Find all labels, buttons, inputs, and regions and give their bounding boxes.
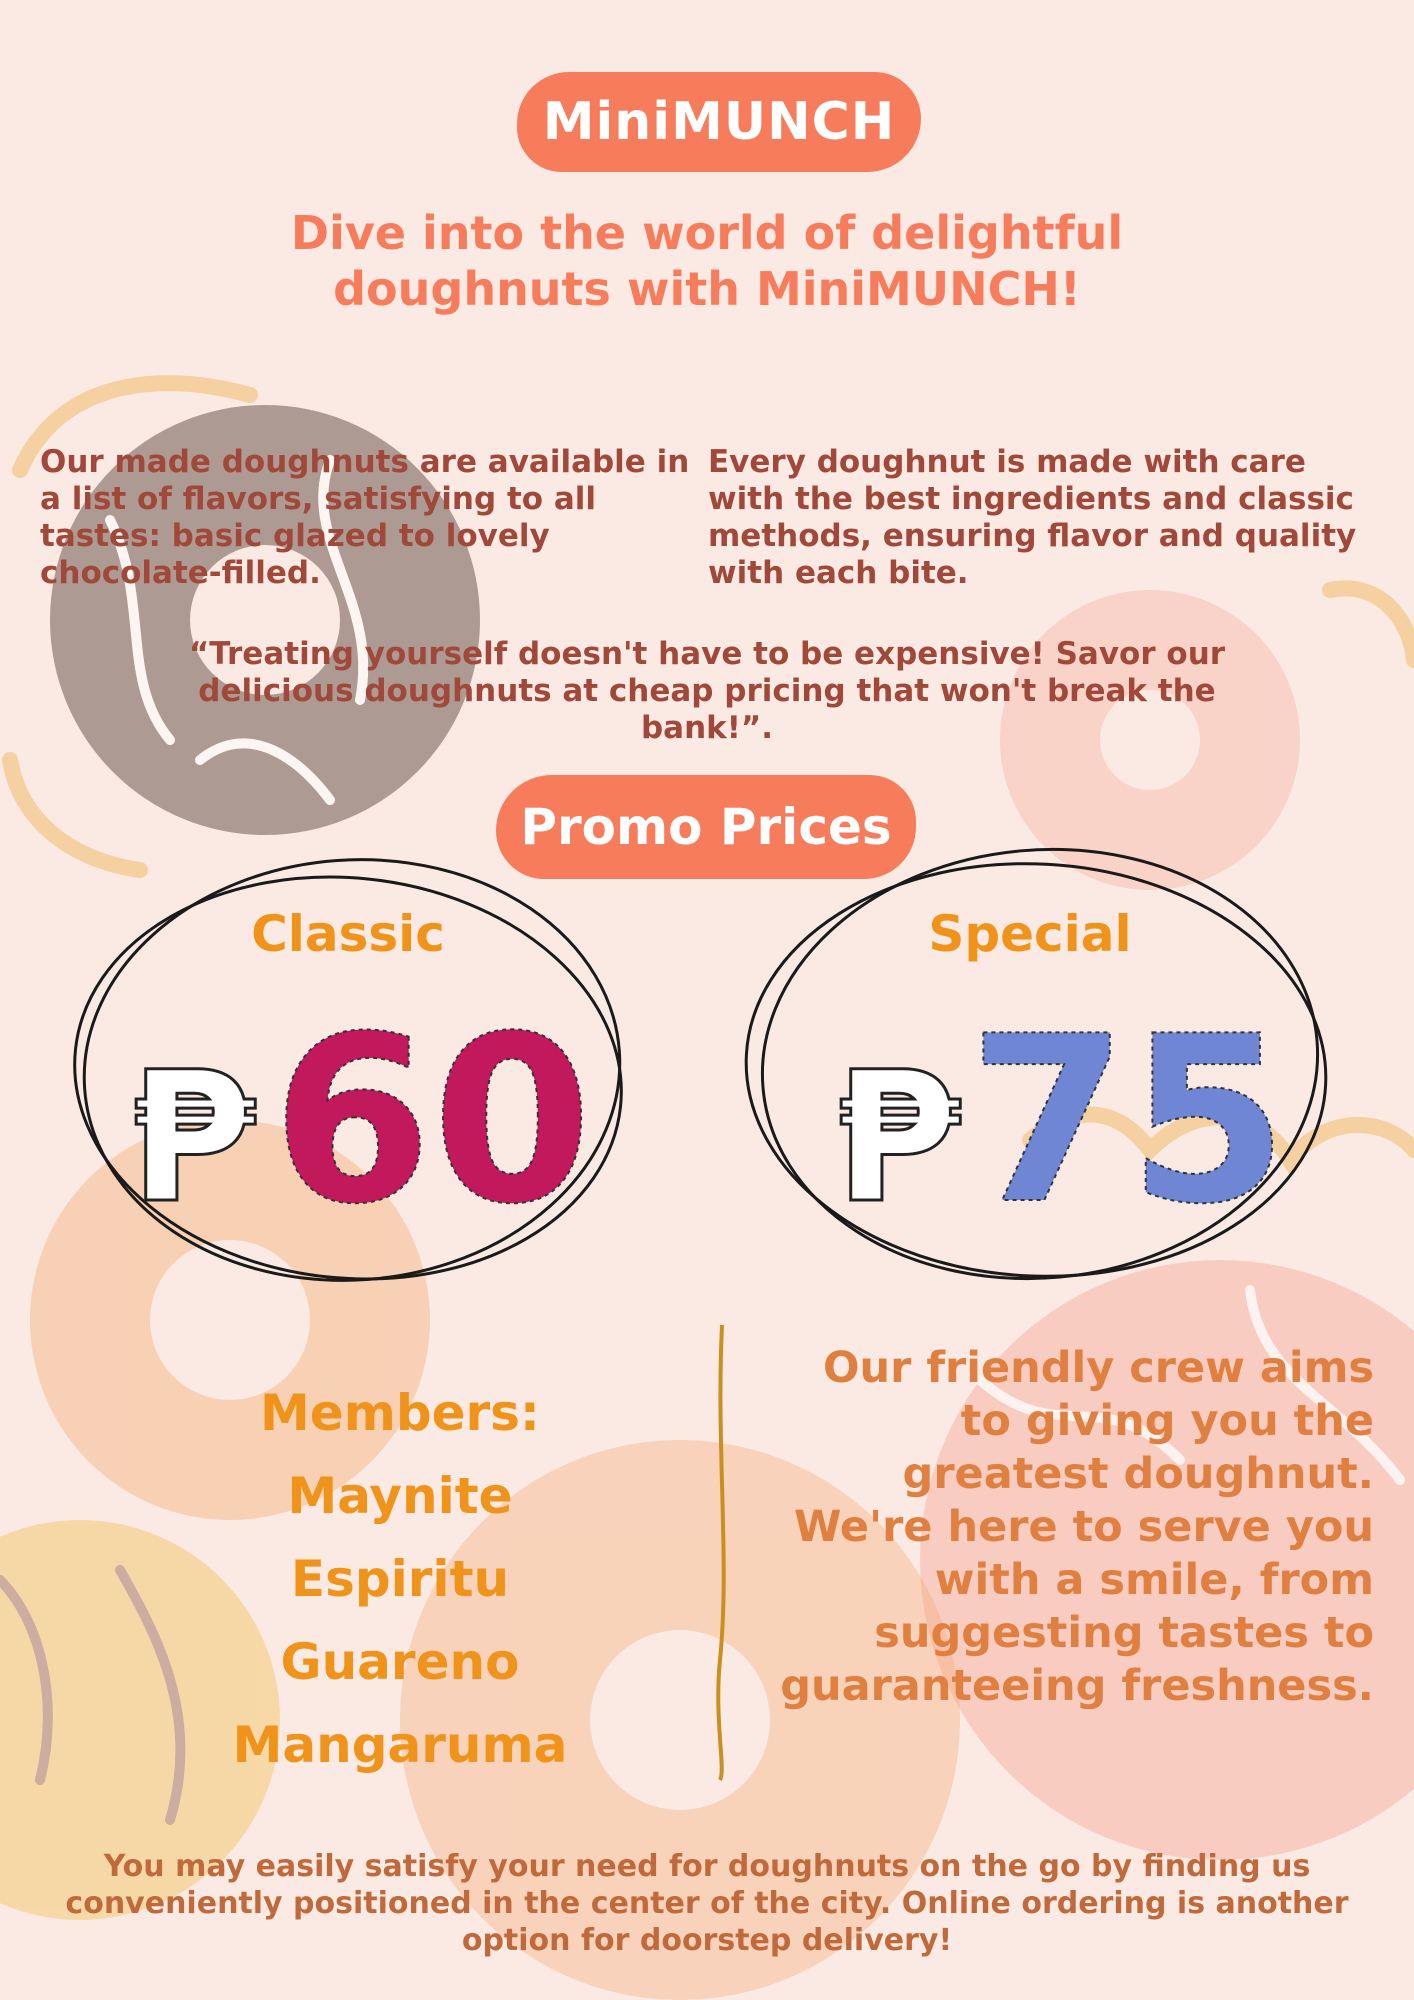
section-divider bbox=[716, 1324, 726, 1782]
footer-text: You may easily satisfy your need for dou… bbox=[65, 1849, 1349, 1958]
classic-price: ₱ 60 bbox=[129, 987, 594, 1256]
special-currency-symbol: ₱ bbox=[835, 1034, 961, 1243]
classic-currency-symbol: ₱ bbox=[130, 1034, 256, 1243]
members-list: Members: Maynite Espiritu Guareno Mangar… bbox=[190, 1372, 610, 1787]
member-name: Mangaruma bbox=[232, 1716, 568, 1774]
members-heading: Members: bbox=[260, 1384, 540, 1442]
member-name: Guareno bbox=[280, 1633, 520, 1691]
flyer-page: MiniMUNCH Dive into the world of delight… bbox=[0, 0, 1414, 2000]
classic-price-number: 60 bbox=[272, 988, 592, 1255]
member-name: Maynite bbox=[287, 1467, 513, 1525]
special-price: ₱ 75 bbox=[834, 987, 1290, 1256]
member-name: Espiritu bbox=[290, 1550, 510, 1608]
special-price-number: 75 bbox=[968, 988, 1288, 1255]
crew-description: Our friendly crew aims to giving you the… bbox=[780, 1343, 1374, 1711]
